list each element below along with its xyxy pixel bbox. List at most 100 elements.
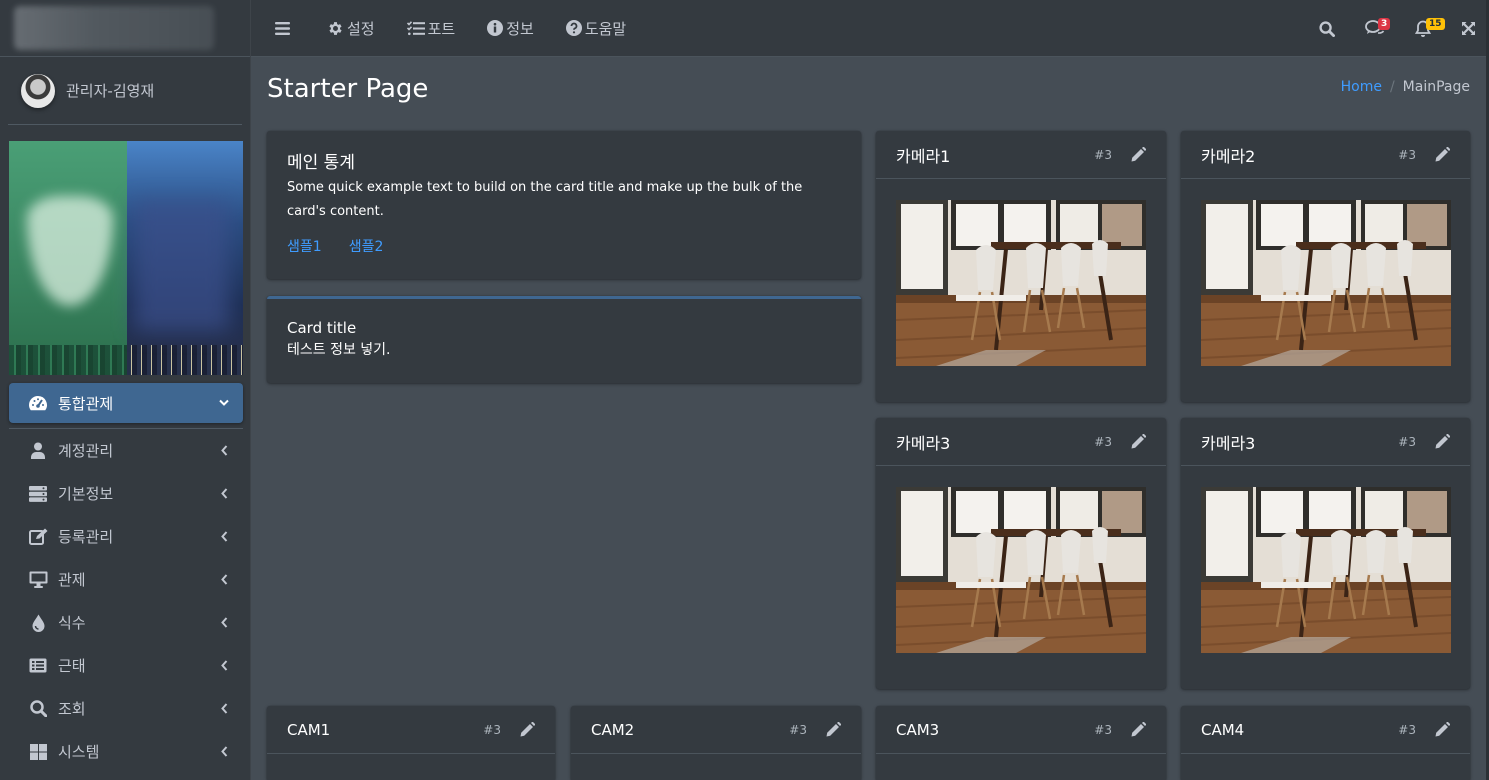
sidebar-item-basic-info[interactable]: 기본정보 <box>9 472 243 515</box>
sidebar-item-search[interactable]: 조회 <box>9 687 243 730</box>
pencil-icon[interactable] <box>1434 147 1450 163</box>
sidebar-item-label: 시스템 <box>58 743 100 761</box>
nav-settings-label: 설정 <box>347 19 375 38</box>
search-icon <box>27 699 49 719</box>
camera-number: #3 <box>1398 147 1416 162</box>
tasks-icon <box>406 20 425 35</box>
card-header: CAM4 #3 <box>1181 706 1470 754</box>
sidebar-item-label: 식수 <box>58 614 86 632</box>
breadcrumb-separator: / <box>1389 79 1395 95</box>
card-header: CAM1 #3 <box>267 706 555 754</box>
sidebar: 관리자-김영재 통합관제 계정관리 기본정보 등록관리 관제 식수 근태 조회 … <box>0 0 251 780</box>
sidebar-item-attendance[interactable]: 근태 <box>9 644 243 687</box>
nav-port-label: 포트 <box>427 19 456 38</box>
chevron-left-icon <box>219 444 229 458</box>
pencil-icon[interactable] <box>519 722 535 738</box>
card-header: CAM2 #3 <box>571 706 861 754</box>
sidebar-item-label: 조회 <box>58 700 86 718</box>
card-header: CAM3 #3 <box>876 706 1166 754</box>
chevron-down-icon <box>219 396 229 410</box>
sidebar-item-integrated-control[interactable]: 통합관제 <box>9 383 243 423</box>
pencil-icon[interactable] <box>1130 722 1146 738</box>
top-navbar: 설정 포트 정보 도움말 3 15 <box>251 0 1489 57</box>
notifications-count-badge: 15 <box>1426 18 1445 30</box>
dashboard-gauge-icon <box>27 393 49 413</box>
gear-icon <box>329 21 342 35</box>
camera-title: 카메라2 <box>1201 146 1256 166</box>
nav-help-label: 도움말 <box>584 19 627 38</box>
card-title: Card title <box>287 319 357 337</box>
sample2-link[interactable]: 샘플2 <box>349 239 384 255</box>
nav-settings[interactable]: 설정 <box>309 0 391 57</box>
camera-feed-image <box>896 200 1146 366</box>
breadcrumb-home-link[interactable]: Home <box>1341 79 1382 95</box>
notifications-button[interactable]: 15 <box>1399 0 1447 57</box>
user-panel[interactable]: 관리자-김영재 <box>8 57 242 125</box>
question-circle-icon <box>565 20 582 36</box>
sidebar-item-registration[interactable]: 등록관리 <box>9 515 243 558</box>
pencil-icon[interactable] <box>1434 434 1450 450</box>
card-header: 카메라1 #3 <box>876 131 1166 179</box>
pencil-icon[interactable] <box>1130 434 1146 450</box>
camera-number: #3 <box>1094 434 1112 449</box>
fullscreen-button[interactable] <box>1447 0 1489 57</box>
camera-title: 카메라3 <box>896 433 951 453</box>
card-header: 카메라2 #3 <box>1181 131 1470 179</box>
cam-card-4: CAM4 #3 <box>1181 706 1470 780</box>
list-alt-icon <box>27 656 49 676</box>
pencil-icon[interactable] <box>1130 147 1146 163</box>
sidebar-item-label: 등록관리 <box>58 528 114 546</box>
nav-info-label: 정보 <box>506 19 534 38</box>
sidebar-item-control[interactable]: 관제 <box>9 558 243 601</box>
camera-number: #3 <box>1094 147 1112 162</box>
monitor-icon <box>27 570 49 590</box>
pencil-icon[interactable] <box>1434 722 1450 738</box>
cam-number: #3 <box>1094 722 1112 737</box>
sidebar-item-meals[interactable]: 식수 <box>9 601 243 644</box>
water-drop-icon <box>27 613 49 633</box>
navbar-right: 3 15 <box>1303 0 1489 57</box>
sidebar-item-accounts[interactable]: 계정관리 <box>9 429 243 472</box>
chevron-left-icon <box>219 530 229 544</box>
camera-card-4: 카메라3 #3 <box>1181 418 1470 689</box>
sidebar-item-label: 근태 <box>58 657 86 675</box>
card-text: Some quick example text to build on the … <box>287 180 803 219</box>
user-icon <box>27 441 49 461</box>
sample1-link[interactable]: 샘플1 <box>287 239 322 255</box>
sidebar-toggle-button[interactable] <box>251 0 309 57</box>
search-icon <box>1319 20 1335 37</box>
camera-card-2: 카메라2 #3 <box>1181 131 1470 402</box>
card-header: 카메라3 #3 <box>876 418 1166 466</box>
chevron-left-icon <box>219 745 229 759</box>
pencil-icon[interactable] <box>825 722 841 738</box>
messages-button[interactable]: 3 <box>1351 0 1399 57</box>
camera-card-3: 카메라3 #3 <box>876 418 1166 689</box>
card-title: 메인 통계 <box>287 153 355 173</box>
cam-number: #3 <box>483 722 501 737</box>
cam-card-1: CAM1 #3 <box>267 706 555 780</box>
expand-arrows-icon <box>1461 22 1475 35</box>
chevron-left-icon <box>219 659 229 673</box>
cam-title: CAM1 <box>287 720 331 739</box>
windows-grid-icon <box>27 742 49 762</box>
sidebar-item-label: 계정관리 <box>58 442 114 460</box>
chevron-left-icon <box>219 573 229 587</box>
nav-info[interactable]: 정보 <box>471 0 550 57</box>
avatar <box>21 73 55 108</box>
sidebar-banner-image <box>9 141 243 375</box>
cam-number: #3 <box>789 722 807 737</box>
messages-count-badge: 3 <box>1378 18 1391 30</box>
chevron-left-icon <box>219 616 229 630</box>
nav-port[interactable]: 포트 <box>391 0 472 57</box>
camera-card-1: 카메라1 #3 <box>876 131 1166 402</box>
main-stats-card: 메인 통계 Some quick example text to build o… <box>267 131 861 279</box>
nav-help[interactable]: 도움말 <box>550 0 642 57</box>
brand-logo[interactable] <box>0 0 250 57</box>
info-card: Card title 테스트 정보 넣기. <box>267 296 861 383</box>
blurred-logo-image <box>14 6 214 50</box>
sidebar-item-system[interactable]: 시스템 <box>9 730 243 773</box>
search-button[interactable] <box>1303 0 1351 57</box>
breadcrumb: Home / MainPage <box>1341 79 1470 95</box>
cam-card-3: CAM3 #3 <box>876 706 1166 780</box>
card-text: 테스트 정보 넣기. <box>287 342 391 358</box>
